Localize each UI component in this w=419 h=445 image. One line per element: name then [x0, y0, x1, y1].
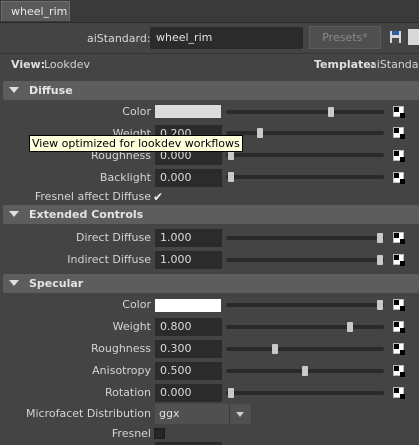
anisotropy-slider-handle[interactable] — [302, 366, 308, 376]
template-label: Template: — [314, 58, 376, 71]
dropdown-separator — [229, 404, 230, 424]
dropdown-arrow-icon — [236, 412, 244, 417]
node-type-label: aiStandard: — [87, 32, 151, 45]
collapse-arrow-icon — [9, 211, 19, 217]
specular-roughness-slider-handle[interactable] — [272, 344, 278, 354]
view-row: View: Lookdev Template: aiStandard — [0, 55, 419, 75]
node-header: aiStandard: wheel_rim Presets* — [0, 23, 419, 54]
node-name-field[interactable]: wheel_rim — [150, 27, 303, 49]
rotation-label: Rotation — [104, 386, 151, 399]
diffuse-weight-slider-handle[interactable] — [257, 128, 263, 138]
specular-weight-slider[interactable] — [226, 325, 384, 329]
collapse-arrow-icon — [9, 280, 19, 286]
anisotropy-field[interactable]: 0.500 — [155, 362, 222, 380]
save-icon[interactable] — [390, 31, 401, 43]
direct-diffuse-field[interactable]: 1.000 — [155, 229, 222, 247]
tab-bar: wheel_rim — [0, 0, 419, 23]
fresnel-label: Fresnel — [111, 427, 151, 440]
section-extended-controls-header[interactable]: Extended Controls — [3, 205, 419, 224]
diffuse-color-slider-handle[interactable] — [328, 107, 334, 117]
microfacet-distribution-label: Microfacet Distribution — [25, 407, 151, 420]
texture-map-icon[interactable] — [393, 387, 405, 399]
specular-roughness-slider[interactable] — [226, 347, 384, 351]
rotation-slider[interactable] — [226, 391, 384, 395]
diffuse-weight-slider[interactable] — [226, 131, 384, 135]
presets-button[interactable]: Presets* — [309, 26, 381, 49]
section-specular-header[interactable]: Specular — [3, 274, 419, 293]
specular-weight-label: Weight — [112, 320, 151, 333]
rotation-slider-handle[interactable] — [228, 388, 234, 398]
texture-map-icon[interactable] — [393, 127, 405, 139]
texture-map-icon[interactable] — [393, 299, 405, 311]
specular-color-slider-handle[interactable] — [377, 300, 383, 310]
section-title: Specular — [29, 277, 84, 290]
fresnel-checkbox[interactable] — [154, 428, 165, 439]
view-selector[interactable]: Lookdev — [44, 58, 90, 71]
specular-color-label: Color — [122, 298, 151, 311]
texture-map-icon[interactable] — [393, 321, 405, 333]
section-title: Diffuse — [29, 84, 73, 97]
microfacet-distribution-value: ggx — [159, 407, 180, 420]
anisotropy-label: Anisotropy — [92, 364, 151, 377]
texture-map-icon[interactable] — [393, 365, 405, 377]
section-diffuse-header[interactable]: Diffuse — [3, 81, 419, 100]
specular-roughness-field[interactable]: 0.300 — [155, 340, 222, 358]
fresnel-affect-diffuse-checkbox[interactable]: ✔ — [153, 191, 163, 203]
specular-color-swatch[interactable] — [155, 299, 221, 312]
indirect-diffuse-slider-handle[interactable] — [377, 255, 383, 265]
backlight-label: Backlight — [99, 171, 151, 184]
direct-diffuse-slider-handle[interactable] — [377, 233, 383, 243]
direct-diffuse-slider[interactable] — [226, 236, 384, 240]
copy-icon[interactable] — [408, 29, 419, 45]
backlight-slider-handle[interactable] — [228, 172, 234, 182]
texture-map-icon[interactable] — [393, 172, 405, 184]
direct-diffuse-label: Direct Diffuse — [75, 231, 151, 244]
indirect-diffuse-field[interactable]: 1.000 — [155, 251, 222, 269]
specular-weight-slider-handle[interactable] — [347, 322, 353, 332]
microfacet-distribution-dropdown[interactable]: ggx — [155, 404, 251, 424]
template-selector[interactable]: aiStandard — [370, 58, 419, 71]
indirect-diffuse-label: Indirect Diffuse — [67, 253, 151, 266]
diffuse-color-swatch[interactable] — [155, 105, 221, 118]
view-tooltip: View optimized for lookdev workflows — [29, 135, 243, 152]
diffuse-roughness-slider[interactable] — [226, 153, 384, 157]
rotation-field[interactable]: 0.000 — [155, 384, 222, 402]
specular-color-slider[interactable] — [226, 303, 384, 307]
collapse-arrow-icon — [9, 87, 19, 93]
texture-map-icon[interactable] — [393, 106, 405, 118]
texture-map-icon[interactable] — [393, 150, 405, 162]
backlight-slider[interactable] — [226, 175, 384, 179]
texture-map-icon[interactable] — [393, 254, 405, 266]
backlight-field[interactable]: 0.000 — [155, 169, 222, 187]
tab-wheel-rim[interactable]: wheel_rim — [1, 1, 70, 21]
specular-weight-field[interactable]: 0.800 — [155, 318, 222, 336]
specular-roughness-label: Roughness — [90, 342, 151, 355]
texture-map-icon[interactable] — [393, 232, 405, 244]
section-title: Extended Controls — [29, 208, 144, 221]
diffuse-color-slider[interactable] — [226, 110, 384, 114]
fresnel-affect-diffuse-label: Fresnel affect Diffuse — [34, 190, 151, 203]
diffuse-color-label: Color — [122, 105, 151, 118]
indirect-diffuse-slider[interactable] — [226, 258, 384, 262]
view-label: View: — [11, 58, 46, 71]
texture-map-icon[interactable] — [393, 343, 405, 355]
